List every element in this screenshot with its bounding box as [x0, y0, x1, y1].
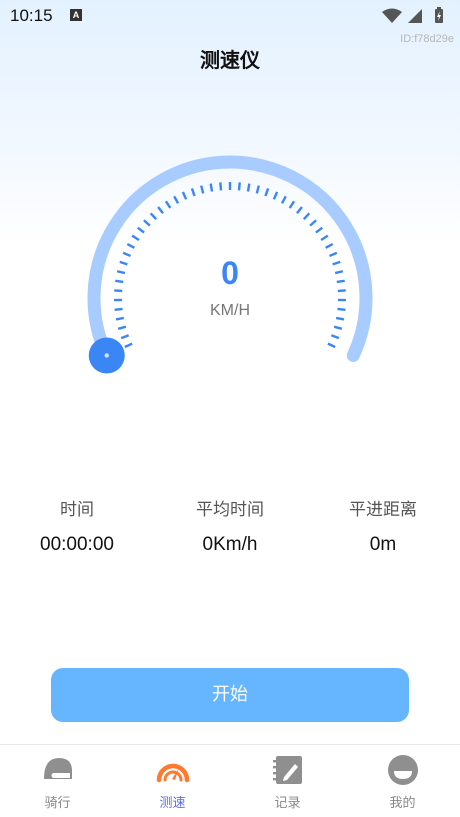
gauge-tick: [237, 182, 241, 191]
gauge-tick: [209, 183, 214, 192]
gauge-tick: [157, 206, 164, 215]
gauge-tick: [136, 226, 145, 234]
gauge-indicator-dot: [104, 353, 109, 358]
gauge-tick: [246, 183, 251, 192]
tab-profile-label: 我的: [389, 796, 416, 811]
notebook-icon: [273, 756, 302, 784]
gauge-tick: [327, 342, 336, 349]
gauge-tick: [280, 195, 287, 204]
gauge-tick: [309, 219, 317, 227]
stat-distance-label: 平进距离: [349, 500, 417, 520]
tab-records[interactable]: 记录: [230, 745, 345, 817]
gauge-tick: [117, 325, 127, 330]
gauge-tick: [164, 200, 172, 209]
tab-riding-label: 骑行: [44, 796, 71, 811]
gauge-tick: [255, 185, 260, 194]
gauge-tick: [219, 182, 223, 191]
tab-profile[interactable]: 我的: [345, 745, 460, 817]
tab-records-label: 记录: [274, 796, 301, 811]
gauge-tick: [325, 243, 334, 249]
gauge-tick: [120, 334, 130, 340]
gauge-tick: [200, 185, 205, 194]
gauge-tick: [149, 212, 158, 220]
helmet-icon: [44, 758, 72, 779]
start-button[interactable]: 开始: [51, 668, 409, 722]
stat-distance-value: 0m: [369, 534, 397, 555]
gauge-tick: [131, 234, 140, 241]
gauge-tick: [330, 334, 340, 340]
speed-unit: KM/H: [210, 302, 250, 319]
stat-time-label: 时间: [60, 500, 94, 520]
gauge-tick: [320, 234, 329, 241]
gauge-tick: [296, 206, 303, 215]
gauge-tick: [143, 219, 151, 227]
tab-riding[interactable]: 骑行: [0, 745, 115, 817]
gauge-tick: [190, 188, 196, 197]
gauge-tick: [181, 191, 188, 200]
speedometer-gauge: [87, 155, 373, 374]
gauge-tick: [288, 200, 296, 209]
stat-average-label: 平均时间: [196, 500, 264, 520]
bottom-tab-bar: 骑行 测速 记录 我的: [0, 744, 460, 817]
stat-average-value: 0Km/h: [202, 534, 258, 555]
gauge-tick: [173, 195, 180, 204]
gauge-tick: [315, 226, 324, 234]
speed-value: 0: [221, 255, 239, 291]
speedometer-icon: [156, 763, 190, 783]
gauge-tick: [264, 188, 270, 197]
stat-time-value: 00:00:00: [40, 534, 114, 555]
gauge-tick: [272, 191, 279, 200]
gauge-tick: [126, 243, 135, 249]
gauge-tick: [124, 342, 133, 349]
gauge-tick: [302, 212, 311, 220]
tab-speed[interactable]: 测速: [115, 745, 230, 817]
tab-speed-label: 测速: [159, 796, 186, 811]
profile-icon: [388, 755, 418, 785]
gauge-tick: [333, 325, 343, 330]
